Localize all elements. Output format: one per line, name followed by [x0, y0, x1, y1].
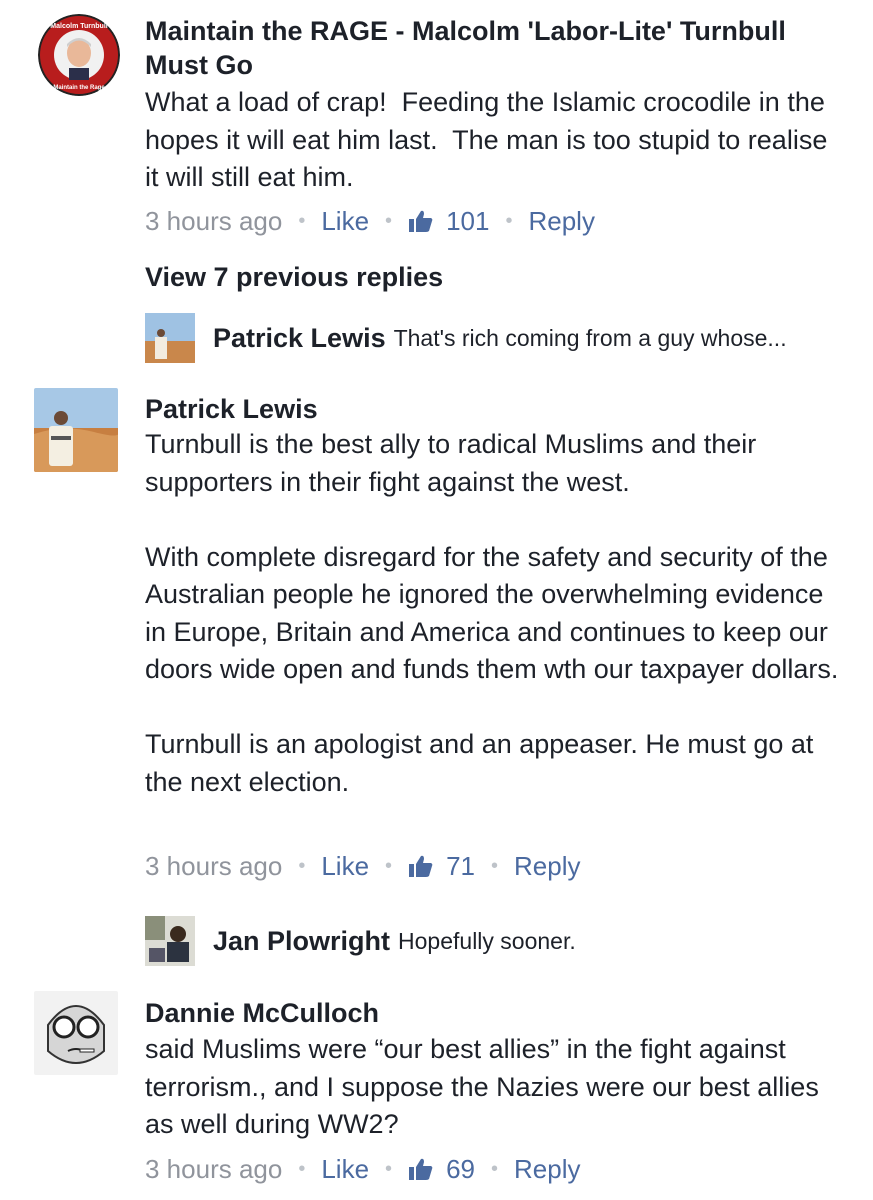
- like-button[interactable]: Like: [321, 849, 369, 883]
- view-previous-replies[interactable]: View 7 previous replies: [145, 262, 443, 293]
- avatar[interactable]: [34, 388, 118, 472]
- separator: •: [385, 855, 393, 877]
- svg-text:Malcolm Turnbull: Malcolm Turnbull: [50, 23, 107, 30]
- comment-meta: 3 hours ago • Like • 69 • Reply: [145, 1152, 580, 1186]
- reaction-count[interactable]: 101: [446, 204, 489, 238]
- reply-preview[interactable]: Patrick Lewis That's rich coming from a …: [145, 313, 787, 363]
- timestamp[interactable]: 3 hours ago: [145, 1152, 282, 1186]
- avatar[interactable]: Malcolm Turnbull Maintain the Rage: [38, 14, 120, 96]
- thumbs-up-icon[interactable]: [408, 1157, 434, 1181]
- reply-snippet: Hopefully sooner.: [398, 927, 576, 954]
- desert-photo: [145, 313, 195, 363]
- comment-text: said Muslims were “our best allies” in t…: [145, 1034, 827, 1139]
- like-button[interactable]: Like: [321, 1152, 369, 1186]
- avatar[interactable]: [34, 991, 118, 1075]
- comment-text: Turnbull is the best ally to radical Mus…: [145, 429, 839, 797]
- separator: •: [298, 855, 306, 877]
- timestamp[interactable]: 3 hours ago: [145, 204, 282, 238]
- avatar[interactable]: [145, 313, 195, 363]
- reply-button[interactable]: Reply: [514, 1152, 580, 1186]
- person-photo: [145, 916, 195, 966]
- separator: •: [385, 1158, 393, 1180]
- reply-snippet: That's rich coming from a guy whose...: [393, 324, 787, 351]
- reply-button[interactable]: Reply: [528, 204, 594, 238]
- separator: •: [490, 855, 498, 877]
- comment-meta: 3 hours ago • Like • 71 • Reply: [145, 849, 580, 883]
- comment-author[interactable]: Dannie McCulloch: [145, 996, 379, 1030]
- svg-text:Maintain the Rage: Maintain the Rage: [53, 85, 105, 91]
- cartoon-goggles-avatar: [34, 991, 118, 1075]
- thumbs-up-icon[interactable]: [408, 209, 434, 233]
- comment-author[interactable]: Maintain the RAGE - Malcolm 'Labor-Lite'…: [145, 14, 845, 82]
- maintain-rage-logo: Malcolm Turnbull Maintain the Rage: [38, 14, 120, 96]
- reply-button[interactable]: Reply: [514, 849, 580, 883]
- separator: •: [490, 1158, 498, 1180]
- like-button[interactable]: Like: [321, 204, 369, 238]
- comment-text: What a load of crap! Feeding the Islamic…: [145, 87, 835, 192]
- reply-author[interactable]: Jan Plowright: [213, 926, 390, 957]
- reply-preview[interactable]: Jan Plowright Hopefully sooner.: [145, 916, 576, 966]
- avatar[interactable]: [145, 916, 195, 966]
- separator: •: [298, 210, 306, 232]
- comment-meta: 3 hours ago • Like • 101 • Reply: [145, 204, 595, 238]
- thumbs-up-icon[interactable]: [408, 854, 434, 878]
- separator: •: [385, 210, 393, 232]
- desert-photo: [34, 388, 118, 472]
- comment-author[interactable]: Patrick Lewis: [145, 392, 318, 426]
- reaction-count[interactable]: 71: [446, 849, 475, 883]
- separator: •: [505, 210, 513, 232]
- timestamp[interactable]: 3 hours ago: [145, 849, 282, 883]
- reaction-count[interactable]: 69: [446, 1152, 475, 1186]
- separator: •: [298, 1158, 306, 1180]
- reply-author[interactable]: Patrick Lewis: [213, 323, 386, 354]
